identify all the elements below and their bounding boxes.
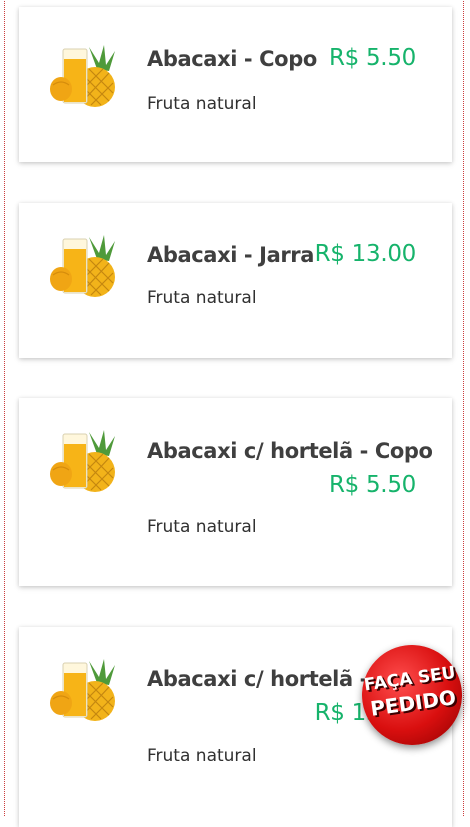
menu-item-card[interactable]: Abacaxi c/ hortelã - Copo R$ 5.50 Fruta …: [19, 398, 452, 586]
pineapple-juice-icon: [50, 430, 115, 492]
pineapple-juice-icon: [50, 45, 115, 107]
item-name: Abacaxi - Jarra: [147, 243, 315, 267]
menu-item-card[interactable]: Abacaxi - Jarra Fruta natural R$ 13.00: [19, 203, 452, 358]
pineapple-juice-icon: [50, 235, 115, 297]
menu-item-card[interactable]: Abacaxi - Copo Fruta natural R$ 5.50: [19, 7, 452, 162]
pineapple-juice-icon: [50, 659, 115, 721]
item-description: Fruta natural: [147, 746, 257, 766]
item-description: Fruta natural: [147, 517, 257, 537]
item-price: R$ 5.50: [328, 472, 416, 498]
item-price: R$ 13.00: [314, 241, 417, 267]
item-description: Fruta natural: [147, 288, 257, 308]
item-name: Abacaxi c/ hortelã - Copo: [147, 439, 433, 463]
item-name: Abacaxi - Copo: [147, 47, 317, 71]
item-price: R$ 5.50: [328, 45, 416, 71]
item-description: Fruta natural: [147, 94, 257, 114]
